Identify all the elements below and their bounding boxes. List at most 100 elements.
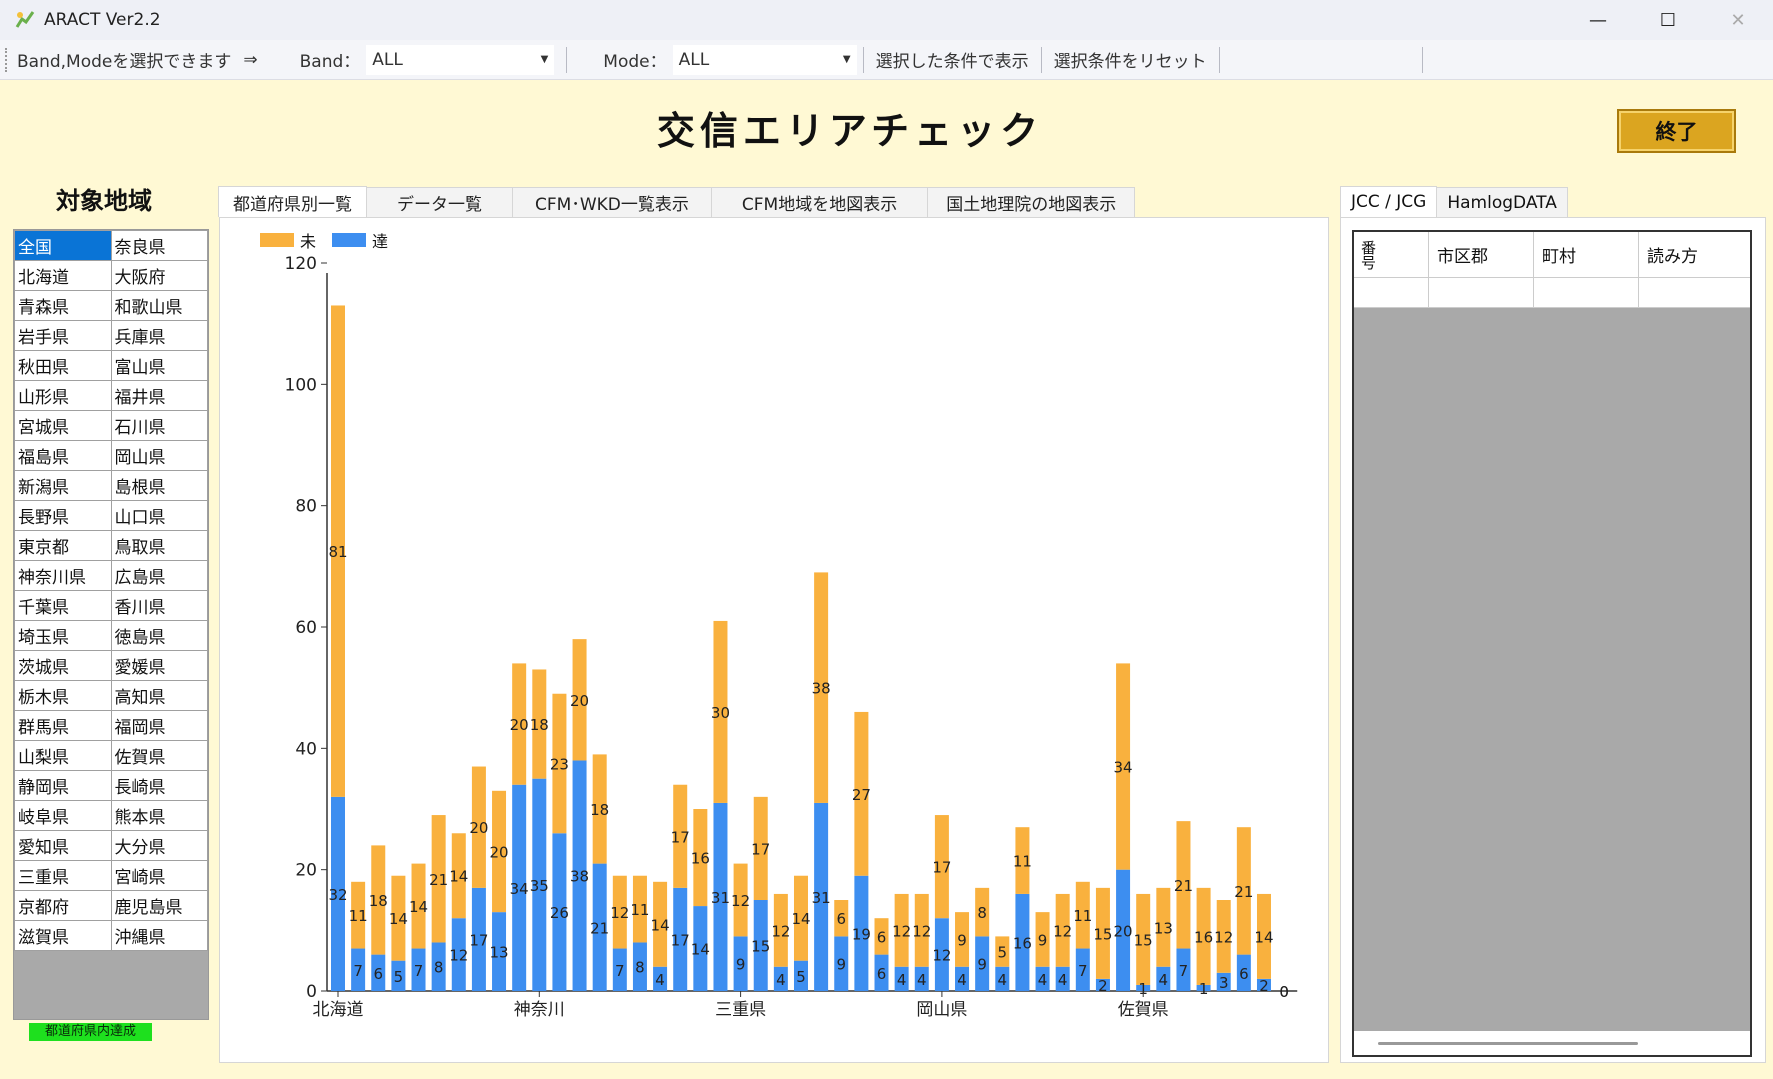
region-cell[interactable]: 石川県 [110,410,208,441]
region-cell[interactable]: 愛媛県 [110,650,208,681]
minimize-button[interactable]: — [1563,0,1633,40]
tab-prefecture-list[interactable]: 都道府県別一覧 [218,186,367,217]
region-cell[interactable]: 茨城県 [14,650,112,681]
region-row[interactable]: 岐阜県 熊本県 [14,800,208,831]
region-row[interactable]: 静岡県 長崎県 [14,770,208,801]
region-row[interactable]: 茨城県 愛媛県 [14,650,208,681]
tab-cfm-map[interactable]: CFM地域を地図表示 [710,187,929,217]
region-cell[interactable]: 滋賀県 [14,920,112,951]
region-cell[interactable]: 青森県 [14,290,112,321]
region-cell[interactable]: 長崎県 [110,770,208,801]
region-row[interactable]: 岩手県 兵庫県 [14,320,208,351]
table-row[interactable] [1354,278,1750,308]
table-cell[interactable] [1354,278,1429,307]
region-cell[interactable]: 山口県 [110,500,208,531]
region-cell[interactable]: 東京都 [14,530,112,561]
column-header-city[interactable]: 市区郡 [1429,232,1534,277]
region-cell[interactable]: 高知県 [110,680,208,711]
region-cell[interactable]: 山形県 [14,380,112,411]
region-cell[interactable]: 愛知県 [14,830,112,861]
region-cell[interactable]: 福井県 [110,380,208,411]
column-header-town[interactable]: 町村 [1534,232,1639,277]
region-cell[interactable]: 福島県 [14,440,112,471]
region-cell[interactable]: 山梨県 [14,740,112,771]
region-cell[interactable]: 宮崎県 [110,860,208,891]
region-cell[interactable]: 長野県 [14,500,112,531]
tab-hamlog-data[interactable]: HamlogDATA [1436,187,1568,217]
region-row[interactable]: 三重県 宮崎県 [14,860,208,891]
region-cell[interactable]: 秋田県 [14,350,112,381]
region-cell[interactable]: 佐賀県 [110,740,208,771]
region-row[interactable]: 千葉県 香川県 [14,590,208,621]
tab-cfm-wkd-list[interactable]: CFM･WKD一覧表示 [512,187,712,217]
tab-data-list[interactable]: データ一覧 [366,187,513,217]
region-row[interactable]: 福島県 岡山県 [14,440,208,471]
region-row[interactable]: 全国 奈良県 [14,230,208,261]
region-cell[interactable]: 埼玉県 [14,620,112,651]
region-cell[interactable]: 島根県 [110,470,208,501]
region-cell[interactable]: 徳島県 [110,620,208,651]
jcc-table[interactable]: 番号 市区郡 町村 読み方 [1352,230,1752,1057]
region-cell[interactable]: 奈良県 [110,230,208,261]
region-row[interactable]: 東京都 鳥取県 [14,530,208,561]
table-cell[interactable] [1534,278,1639,307]
region-cell[interactable]: 鹿児島県 [110,890,208,921]
reset-selection-button[interactable]: 選択条件をリセット [1048,47,1213,72]
horizontal-scrollbar[interactable] [1354,1031,1750,1055]
region-row[interactable]: 長野県 山口県 [14,500,208,531]
region-cell[interactable]: 大分県 [110,830,208,861]
region-cell[interactable]: 全国 [14,230,112,261]
region-cell[interactable]: 新潟県 [14,470,112,501]
region-row[interactable]: 神奈川県 広島県 [14,560,208,591]
region-row[interactable]: 埼玉県 徳島県 [14,620,208,651]
region-cell[interactable]: 北海道 [14,260,112,291]
tab-jcc-jcg[interactable]: JCC / JCG [1340,186,1438,217]
region-cell[interactable]: 広島県 [110,560,208,591]
show-selected-button[interactable]: 選択した条件で表示 [870,47,1035,72]
region-row[interactable]: 京都府 鹿児島県 [14,890,208,921]
region-cell[interactable]: 宮城県 [14,410,112,441]
region-row[interactable]: 滋賀県 沖縄県 [14,920,208,951]
region-row[interactable]: 北海道 大阪府 [14,260,208,291]
region-cell[interactable]: 鳥取県 [110,530,208,561]
region-cell[interactable]: 大阪府 [110,260,208,291]
region-cell[interactable]: 沖縄県 [110,920,208,951]
region-row[interactable]: 山形県 福井県 [14,380,208,411]
region-cell[interactable]: 栃木県 [14,680,112,711]
column-header-reading[interactable]: 読み方 [1639,232,1750,277]
region-row[interactable]: 秋田県 富山県 [14,350,208,381]
region-cell[interactable]: 岐阜県 [14,800,112,831]
region-row[interactable]: 群馬県 福岡県 [14,710,208,741]
region-row[interactable]: 青森県 和歌山県 [14,290,208,321]
region-cell[interactable]: 香川県 [110,590,208,621]
region-row[interactable]: 新潟県 島根県 [14,470,208,501]
band-select[interactable]: ALL ▼ [366,44,555,75]
region-cell[interactable]: 神奈川県 [14,560,112,591]
tab-gsi-map[interactable]: 国土地理院の地図表示 [927,187,1136,217]
region-cell[interactable]: 京都府 [14,890,112,921]
region-row[interactable]: 愛知県 大分県 [14,830,208,861]
region-cell[interactable]: 静岡県 [14,770,112,801]
region-grid[interactable]: 全国 奈良県 北海道 大阪府 青森県 和歌山県 岩手県 兵庫県 秋田県 富山県 山形県 福井県 宮城県石… [13,229,209,1020]
region-cell[interactable]: 群馬県 [14,710,112,741]
region-cell[interactable]: 富山県 [110,350,208,381]
region-cell[interactable]: 千葉県 [14,590,112,621]
region-row[interactable]: 山梨県 佐賀県 [14,740,208,771]
region-cell[interactable]: 岩手県 [14,320,112,351]
region-cell[interactable]: 熊本県 [110,800,208,831]
exit-button[interactable]: 終了 [1617,109,1736,153]
mode-select[interactable]: ALL ▼ [672,44,857,75]
region-cell[interactable]: 兵庫県 [110,320,208,351]
table-cell[interactable] [1429,278,1534,307]
scrollbar-thumb[interactable] [1378,1042,1638,1045]
close-button[interactable]: ✕ [1703,0,1773,40]
region-row[interactable]: 栃木県 高知県 [14,680,208,711]
maximize-button[interactable]: ☐ [1633,0,1703,40]
column-header-number[interactable]: 番号 [1354,232,1429,277]
region-cell[interactable]: 岡山県 [110,440,208,471]
region-row[interactable]: 宮城県 石川県 [14,410,208,441]
region-cell[interactable]: 三重県 [14,860,112,891]
region-table[interactable]: 全国 奈良県 北海道 大阪府 青森県 和歌山県 岩手県 兵庫県 秋田県 富山県 山形県 福井県 宮城県石… [14,230,208,951]
region-cell[interactable]: 福岡県 [110,710,208,741]
region-cell[interactable]: 和歌山県 [110,290,208,321]
